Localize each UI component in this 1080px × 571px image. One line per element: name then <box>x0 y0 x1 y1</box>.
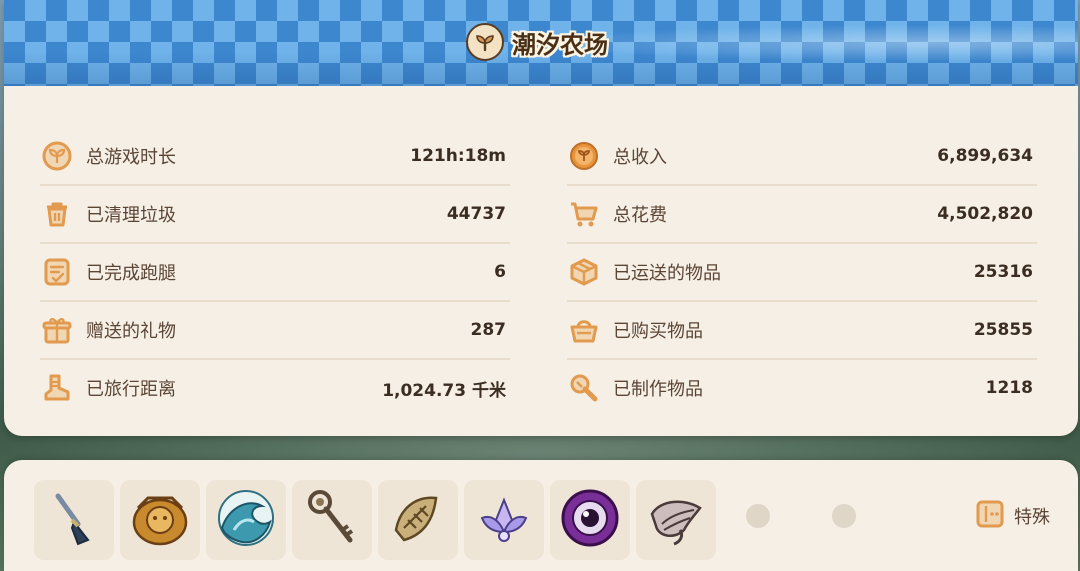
wave-orb-icon <box>214 486 278 554</box>
stat-row-errands: 已完成跑腿 6 <box>40 244 510 302</box>
item-slot-3[interactable] <box>206 480 286 560</box>
purple-eye-icon <box>558 486 622 554</box>
hammer-icon <box>567 371 601 405</box>
checklist-icon <box>40 255 74 289</box>
sprout-icon <box>466 23 504 61</box>
empty-slot[interactable] <box>832 504 856 528</box>
item-slot-7[interactable] <box>550 480 630 560</box>
stat-row-playtime: 总游戏时长 121h:18m <box>40 128 510 186</box>
cart-icon <box>567 197 601 231</box>
stat-row-income: 总收入 6,899,634 <box>567 128 1037 186</box>
page-title: 潮汐农场 <box>512 30 608 59</box>
trash-icon <box>40 197 74 231</box>
special-tab-button[interactable]: 特殊 <box>974 498 1050 534</box>
stat-row-trash: 已清理垃圾 44737 <box>40 186 510 244</box>
stat-row-shipped: 已运送的物品 25316 <box>567 244 1037 302</box>
item-slot-2[interactable] <box>120 480 200 560</box>
stat-row-crafted: 已制作物品 1218 <box>567 360 1037 416</box>
stat-row-purchased: 已购买物品 25855 <box>567 302 1037 360</box>
item-slot-6[interactable] <box>464 480 544 560</box>
basket-icon <box>567 313 601 347</box>
special-items-bar: 特殊 <box>4 460 1078 571</box>
fossil-icon <box>386 486 450 554</box>
item-slot-5[interactable] <box>378 480 458 560</box>
stats-left-column: 总游戏时长 121h:18m 已清理垃圾 44737 已完成跑腿 6 赠送的礼物… <box>40 128 510 416</box>
item-slot-8[interactable] <box>636 480 716 560</box>
special-tab-icon <box>974 498 1006 534</box>
stat-row-spending: 总花费 4,502,820 <box>567 186 1037 244</box>
box-icon <box>567 255 601 289</box>
farm-title: 潮汐农场 <box>466 22 608 62</box>
farm-stats-panel: 潮汐农场 总游戏时长 121h:18m 已清理垃圾 44737 已完成跑腿 6 <box>4 0 1078 436</box>
stat-row-gifts: 赠送的礼物 287 <box>40 302 510 360</box>
coin-icon <box>567 139 601 173</box>
crystal-lotus-icon <box>472 486 536 554</box>
item-slot-1[interactable] <box>34 480 114 560</box>
stats-right-column: 总收入 6,899,634 总花费 4,502,820 已运送的物品 25316… <box>567 128 1037 416</box>
gift-icon <box>40 313 74 347</box>
golden-relic-icon <box>128 486 192 554</box>
brush-icon <box>44 488 104 552</box>
sprout-badge-icon <box>40 139 74 173</box>
stat-row-distance: 已旅行距离 1,024.73 千米 <box>40 360 510 416</box>
old-key-icon <box>300 486 364 554</box>
empty-slot[interactable] <box>746 504 770 528</box>
seashell-icon <box>644 486 708 554</box>
boot-icon <box>40 371 74 405</box>
item-slot-4[interactable] <box>292 480 372 560</box>
